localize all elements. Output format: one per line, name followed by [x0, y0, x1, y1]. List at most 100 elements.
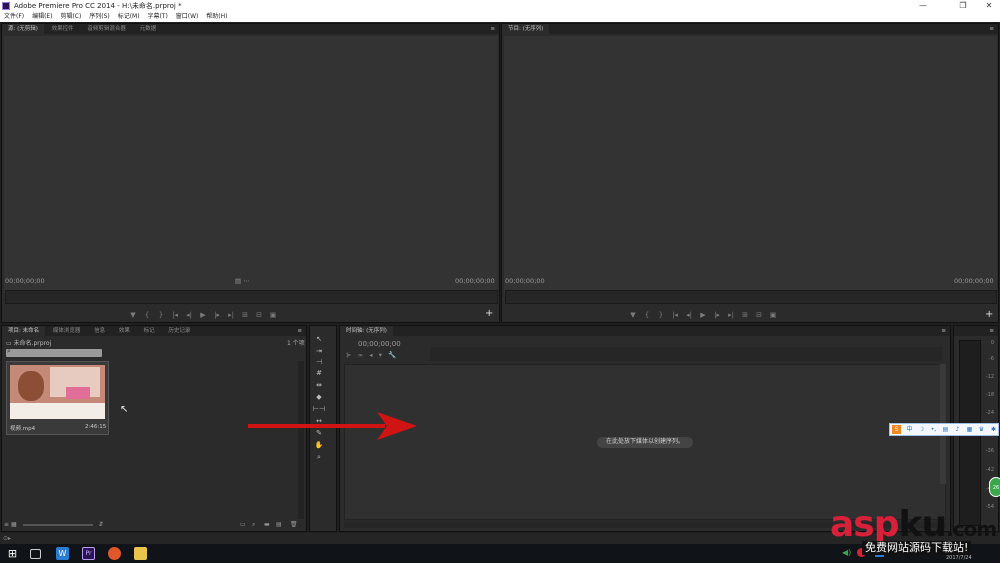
task-view-icon[interactable]	[30, 549, 41, 559]
menu-marker[interactable]: 标记(M)	[118, 12, 140, 22]
zoom-tool-icon[interactable]: ⌕	[313, 452, 325, 462]
close-button[interactable]: ✕	[978, 0, 1000, 12]
ime-settings-icon[interactable]: ✱	[989, 425, 998, 434]
mark-in-icon[interactable]: {	[140, 311, 154, 319]
tab-timeline[interactable]: 时间轴: (无序列)	[340, 326, 393, 336]
step-back-icon[interactable]: ◂|	[682, 311, 696, 319]
ime-punctuation-icon[interactable]: •,	[929, 425, 938, 434]
tab-project[interactable]: 项目: 未命名	[2, 326, 46, 336]
menu-clip[interactable]: 剪辑(C)	[60, 12, 81, 22]
tray-speaker-icon[interactable]: ◀)	[842, 548, 851, 557]
premiere-app-icon[interactable]: Pr	[82, 547, 95, 560]
source-scrubber[interactable]	[5, 290, 498, 304]
mark-in-icon[interactable]: {	[640, 311, 654, 319]
ime-skin-icon[interactable]: ♛	[977, 425, 986, 434]
export-frame-icon[interactable]: ▣	[766, 311, 780, 319]
lift-icon[interactable]: ⊞	[738, 311, 752, 319]
tab-effect-controls[interactable]: 效果控件	[46, 24, 80, 34]
tab-metadata[interactable]: 元数据	[134, 24, 163, 34]
maximize-button[interactable]: ❐	[952, 0, 974, 12]
tab-markers[interactable]: 标记	[138, 326, 161, 336]
menu-sequence[interactable]: 序列(S)	[89, 12, 110, 22]
tab-audio-clip-mixer[interactable]: 音频剪辑混合器	[81, 24, 132, 34]
wps-app-icon[interactable]: W	[56, 547, 69, 560]
source-zoom-icon[interactable]: ▤ ⋯	[235, 277, 250, 285]
tab-history[interactable]: 历史记录	[162, 326, 196, 336]
find-icon[interactable]: ⌕	[252, 521, 255, 529]
wrench-icon[interactable]: 🔧	[388, 351, 396, 359]
source-monitor-view[interactable]	[4, 36, 498, 294]
tab-source[interactable]: 源: (无剪辑)	[2, 24, 44, 34]
new-bin-icon[interactable]: ▬	[264, 521, 270, 528]
menu-edit[interactable]: 编辑(E)	[32, 12, 52, 22]
add-marker-icon[interactable]: ▼	[126, 311, 140, 319]
media-app-icon[interactable]	[108, 547, 121, 560]
selection-tool-icon[interactable]: ↖	[313, 334, 325, 344]
tab-program[interactable]: 节目: (无序列)	[502, 24, 550, 34]
new-item-icon[interactable]: ▤	[276, 521, 282, 528]
trash-icon[interactable]: 🗑	[290, 521, 298, 528]
step-forward-icon[interactable]: |▸	[210, 311, 224, 319]
panel-menu-icon[interactable]: ≡	[989, 326, 994, 336]
insert-icon[interactable]: ⊞	[238, 311, 252, 319]
zoom-slider[interactable]	[22, 523, 93, 526]
ime-keyboard-icon[interactable]: ▤	[941, 425, 950, 434]
rolling-edit-tool-icon[interactable]: #	[313, 368, 325, 378]
ripple-edit-tool-icon[interactable]: ⊣	[313, 357, 325, 367]
go-to-in-icon[interactable]: |◂	[168, 311, 182, 319]
add-button-icon[interactable]: +	[985, 309, 993, 320]
minimize-button[interactable]: —	[912, 0, 934, 12]
add-marker-icon[interactable]: ▼	[626, 311, 640, 319]
sort-icon[interactable]: ⇵	[98, 521, 103, 528]
panel-menu-icon[interactable]: ≡	[490, 24, 495, 34]
tab-effects[interactable]: 效果	[113, 326, 136, 336]
program-scrubber[interactable]	[505, 290, 997, 304]
marker-icon[interactable]: ▾	[379, 351, 382, 359]
snap-icon[interactable]: ⊱	[346, 351, 351, 359]
start-windows-icon[interactable]: ⊞	[6, 547, 19, 560]
program-timecode-current[interactable]: 00;00;00;00	[505, 277, 545, 285]
go-to-in-icon[interactable]: |◂	[668, 311, 682, 319]
program-monitor-view[interactable]	[504, 36, 997, 294]
tab-info[interactable]: 信息	[88, 326, 111, 336]
ime-toolbar[interactable]: S 中 ☽ •, ▤ ♪ ▦ ♛ ✱	[889, 423, 999, 436]
menu-title[interactable]: 字幕(T)	[147, 12, 167, 22]
overwrite-icon[interactable]: ⊟	[252, 311, 266, 319]
file-explorer-icon[interactable]	[134, 547, 147, 560]
time-ruler[interactable]	[430, 347, 942, 361]
source-timecode-current[interactable]: 00;00;00;00	[5, 277, 45, 285]
network-speed-badge[interactable]: 26	[989, 477, 1000, 497]
extract-icon[interactable]: ⊟	[752, 311, 766, 319]
panel-menu-icon[interactable]: ≡	[989, 24, 994, 34]
clip-thumbnail-card[interactable]: 视频.mp4 2:46:15	[6, 361, 109, 435]
ime-grid-icon[interactable]: ▦	[965, 425, 974, 434]
panel-menu-icon[interactable]: ≡	[941, 326, 946, 336]
mark-out-icon[interactable]: }	[654, 311, 668, 319]
panel-menu-icon[interactable]: ≡	[297, 326, 302, 336]
track-select-tool-icon[interactable]: ⇥	[313, 346, 325, 356]
menu-window[interactable]: 窗口(W)	[176, 12, 199, 22]
list-view-icon[interactable]: ≡	[4, 521, 9, 528]
mark-out-icon[interactable]: }	[154, 311, 168, 319]
menu-help[interactable]: 帮助(H)	[206, 12, 227, 22]
step-back-icon[interactable]: ◂|	[182, 311, 196, 319]
play-icon[interactable]: ▶	[196, 311, 210, 319]
ime-logo-icon[interactable]: S	[892, 425, 901, 434]
automate-icon[interactable]: ▭	[240, 521, 246, 528]
linked-selection-icon[interactable]: ∞	[358, 351, 363, 359]
razor-tool-icon[interactable]: ◆	[313, 392, 325, 402]
ime-moon-icon[interactable]: ☽	[917, 425, 926, 434]
go-to-out-icon[interactable]: ▸|	[224, 311, 238, 319]
timeline-timecode[interactable]: 00;00;00;00	[358, 340, 401, 348]
step-forward-icon[interactable]: |▸	[710, 311, 724, 319]
icon-view-icon[interactable]: ▦	[11, 521, 17, 528]
ime-mode-label[interactable]: 中	[905, 425, 914, 434]
search-input[interactable]: ⌕	[6, 347, 102, 357]
add-marker-icon[interactable]: ◂	[369, 351, 372, 359]
play-icon[interactable]: ▶	[696, 311, 710, 319]
go-to-out-icon[interactable]: ▸|	[724, 311, 738, 319]
tab-media-browser[interactable]: 媒体浏览器	[47, 326, 87, 336]
menu-file[interactable]: 文件(F)	[4, 12, 24, 22]
ime-voice-icon[interactable]: ♪	[953, 425, 962, 434]
rate-stretch-tool-icon[interactable]: ⇹	[313, 380, 325, 390]
